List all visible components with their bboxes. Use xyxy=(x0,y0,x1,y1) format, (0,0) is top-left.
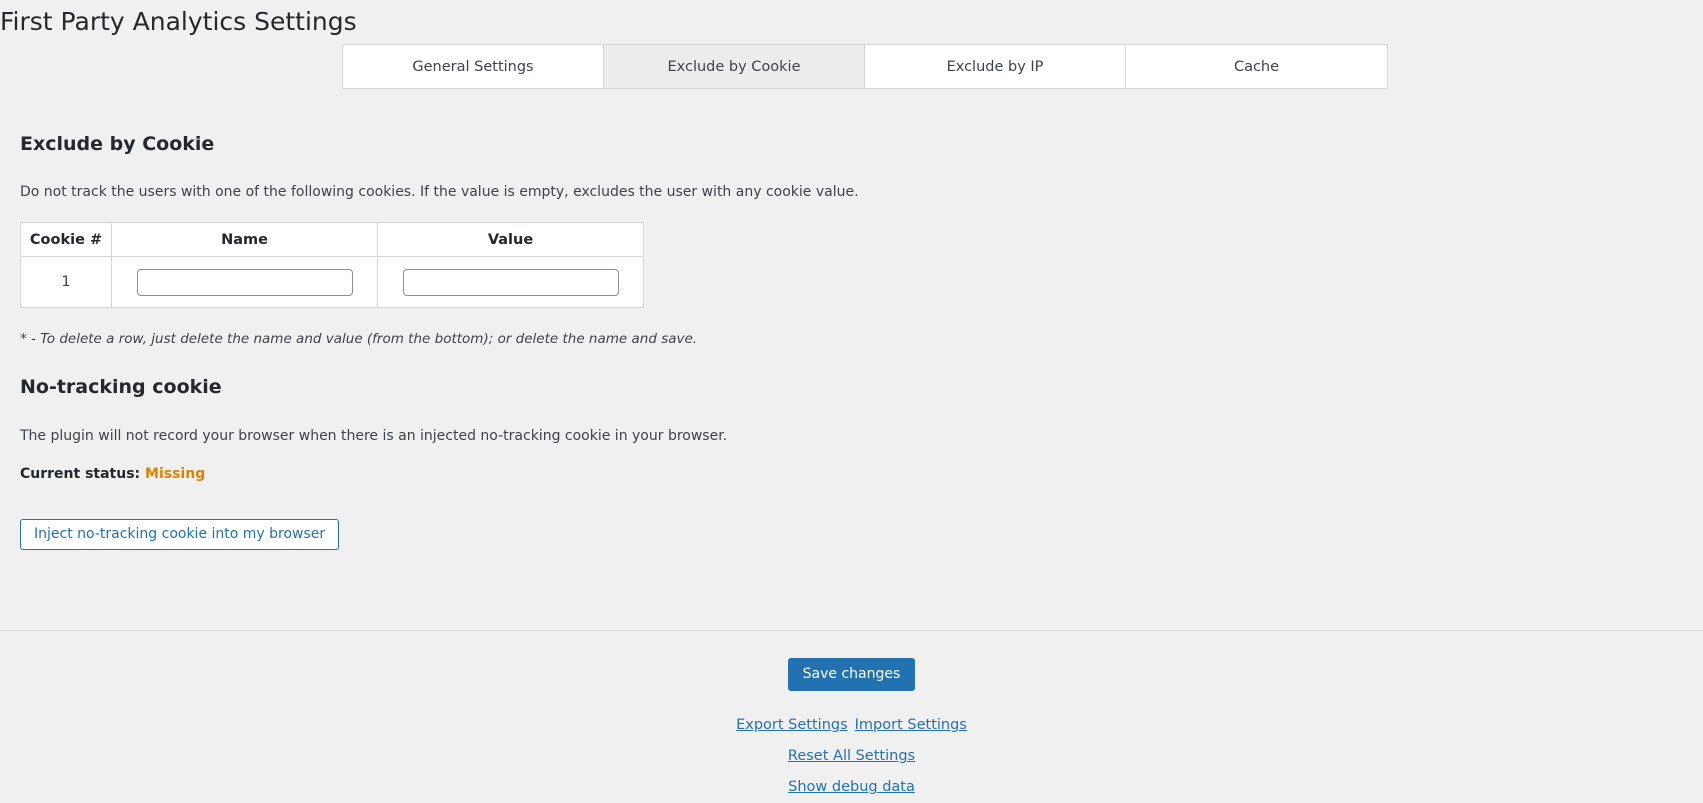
settings-tab-bar: General Settings Exclude by Cookie Exclu… xyxy=(342,44,1388,89)
tab-label: Exclude by Cookie xyxy=(667,58,801,75)
delete-row-note: * - To delete a row, just delete the nam… xyxy=(20,331,698,347)
cookie-name-input[interactable] xyxy=(136,268,353,296)
exclude-by-cookie-heading: Exclude by Cookie xyxy=(20,133,215,155)
import-settings-link[interactable]: Import Settings xyxy=(855,717,967,733)
table-body: 1 xyxy=(20,256,644,308)
footer-link-row-3: Show debug data xyxy=(0,772,1703,803)
footer-link-row-1: Export Settings Import Settings xyxy=(0,710,1703,741)
tab-exclude-by-cookie[interactable]: Exclude by Cookie xyxy=(604,45,865,88)
footer-links: Export Settings Import Settings Reset All… xyxy=(0,710,1703,803)
current-status-line: Current status: Missing xyxy=(20,465,1703,483)
column-header-cookie-number: Cookie # xyxy=(20,222,112,257)
tab-label: General Settings xyxy=(412,58,534,75)
no-tracking-cookie-description: The plugin will not record your browser … xyxy=(20,428,728,444)
export-settings-link[interactable]: Export Settings xyxy=(736,717,848,733)
status-badge: Missing xyxy=(145,466,206,482)
column-header-name: Name xyxy=(111,222,378,257)
save-changes-button[interactable]: Save changes xyxy=(787,658,916,691)
cell-cookie-value xyxy=(377,256,644,308)
cell-cookie-name xyxy=(111,256,378,308)
show-debug-data-link[interactable]: Show debug data xyxy=(788,779,915,795)
cookie-exclusion-table: Cookie # Name Value 1 xyxy=(20,222,644,308)
tab-exclude-by-ip[interactable]: Exclude by IP xyxy=(865,45,1126,88)
table-row: 1 xyxy=(20,256,644,308)
no-tracking-cookie-heading: No-tracking cookie xyxy=(20,376,222,398)
footer: Save changes Export Settings Import Setti… xyxy=(0,630,1703,803)
main-content: Exclude by Cookie Do not track the users… xyxy=(20,132,1703,550)
table-header: Cookie # Name Value xyxy=(20,222,644,257)
column-header-value: Value xyxy=(377,222,644,257)
tab-label: Cache xyxy=(1233,58,1280,75)
cell-cookie-number: 1 xyxy=(20,256,112,308)
table-header-row: Cookie # Name Value xyxy=(20,222,644,257)
reset-all-settings-link[interactable]: Reset All Settings xyxy=(788,748,915,764)
current-status-label: Current status: xyxy=(20,466,141,482)
exclude-by-cookie-description: Do not track the users with one of the f… xyxy=(20,184,859,200)
cookie-value-input[interactable] xyxy=(402,268,619,296)
tab-label: Exclude by IP xyxy=(946,58,1044,75)
footer-link-row-2: Reset All Settings xyxy=(0,741,1703,772)
tab-general-settings[interactable]: General Settings xyxy=(343,45,604,88)
page-title: First Party Analytics Settings xyxy=(0,7,357,36)
inject-no-tracking-cookie-button[interactable]: Inject no-tracking cookie into my browse… xyxy=(20,519,340,550)
tab-cache[interactable]: Cache xyxy=(1126,45,1387,88)
